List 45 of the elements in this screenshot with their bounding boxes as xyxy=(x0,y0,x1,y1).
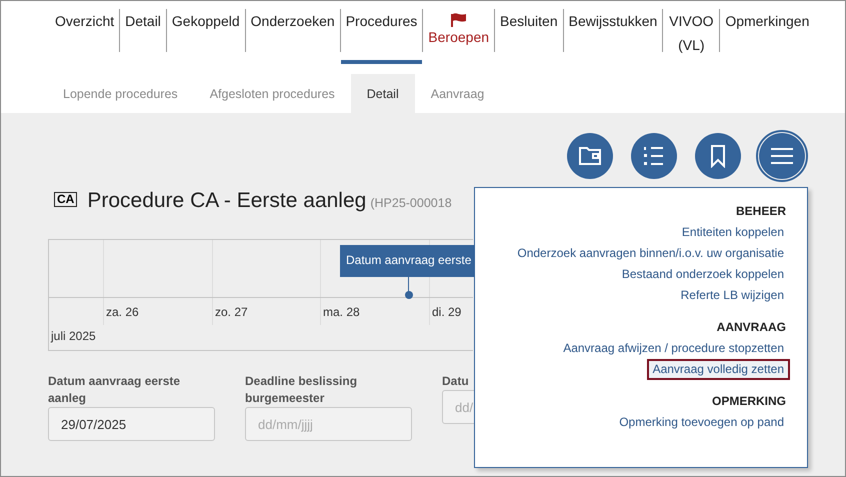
bookmark-icon xyxy=(710,144,726,168)
nav-tab[interactable]: Opmerkingen xyxy=(720,1,814,64)
page-title: Procedure CA - Eerste aanleg xyxy=(87,189,366,213)
menu-section-header: OPMERKING xyxy=(712,394,786,408)
field-label: Deadline beslissing burgemeester xyxy=(245,373,358,407)
sub-tab[interactable]: Aanvraag xyxy=(414,74,500,113)
sub-tab[interactable]: Lopende procedures xyxy=(47,74,194,113)
numbered-list-icon xyxy=(643,144,665,168)
flag-icon xyxy=(450,13,467,27)
field-label: Datu xyxy=(442,373,470,390)
numbered-list-button[interactable] xyxy=(631,133,677,179)
menu-item[interactable]: Referte LB wijzigen xyxy=(674,285,790,306)
menu-section-header: BEHEER xyxy=(736,204,786,218)
month-label: juli 2025 xyxy=(50,328,97,345)
sub-tab[interactable]: Detail xyxy=(350,74,415,113)
folder-icon xyxy=(578,146,602,166)
date-field[interactable]: dd/mm/jjjj xyxy=(245,407,412,441)
day-label: za. 26 xyxy=(105,304,140,319)
nav-tab[interactable]: Detail xyxy=(120,1,166,64)
nav-tab[interactable]: Besluiten xyxy=(495,1,563,64)
day-label: zo. 27 xyxy=(214,304,249,319)
reference-code: (HP25-000018 xyxy=(370,196,452,210)
menu-item[interactable]: Bestaand onderzoek koppelen xyxy=(616,264,790,285)
nav-tab[interactable]: Beroepen xyxy=(423,1,494,64)
sub-tab[interactable]: Afgesloten procedures xyxy=(194,74,351,113)
folder-button[interactable] xyxy=(567,133,613,179)
menu-item[interactable]: Opmerking toevoegen op pand xyxy=(613,412,790,433)
nav-tab[interactable]: Bewijsstukken xyxy=(564,1,662,64)
bookmark-button[interactable] xyxy=(695,133,741,179)
menu-item[interactable]: Entiteiten koppelen xyxy=(676,222,790,243)
nav-tab[interactable]: VIVOO (VL) xyxy=(663,1,720,64)
field-label: Datum aanvraag eerste aanleg xyxy=(48,373,182,407)
menu-item[interactable]: Aanvraag volledig zetten xyxy=(646,359,790,380)
menu-item[interactable]: Onderzoek aanvragen binnen/i.o.v. uw organisatie xyxy=(511,243,790,264)
menu-button[interactable] xyxy=(759,133,805,179)
nav-tab[interactable]: Gekoppeld xyxy=(166,1,245,64)
day-label: di. 29 xyxy=(431,304,462,319)
type-badge: CA xyxy=(54,192,78,207)
menu-icon xyxy=(770,147,794,165)
day-label: ma. 28 xyxy=(322,304,361,319)
menu-section-header: AANVRAAG xyxy=(716,320,786,334)
date-field[interactable]: 29/07/2025 xyxy=(48,407,215,441)
menu-item[interactable]: Aanvraag afwijzen / procedure stopzetten xyxy=(557,338,790,359)
nav-tab[interactable]: Overzicht xyxy=(50,1,120,64)
nav-tab[interactable]: Onderzoeken xyxy=(246,1,340,64)
